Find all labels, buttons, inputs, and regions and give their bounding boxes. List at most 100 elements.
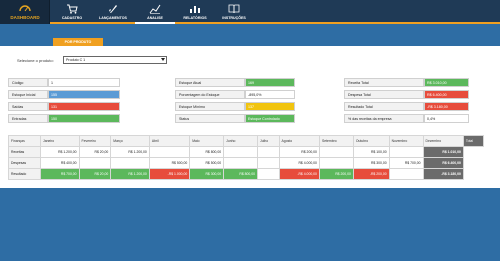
column-header: Abril: [148, 135, 191, 147]
nav-analise[interactable]: ANALISE: [135, 0, 175, 24]
table-cell: [257, 146, 280, 158]
nav-relatorios[interactable]: RELATÓRIOS: [175, 0, 215, 24]
info-label: % das receitas da empresa: [344, 114, 424, 123]
column-header: Dezembro: [422, 135, 464, 147]
analysis-panel: Selecione o produto: Produto C 1 Código …: [0, 46, 500, 188]
info-value: -895,0%: [245, 90, 295, 99]
table-cell: R$ 200,00: [278, 146, 320, 158]
table-cell-total: R$ 1.010,00: [422, 146, 464, 158]
tab-bar: POR PRODUTO: [0, 26, 500, 46]
table-cell: [388, 146, 424, 158]
logo-label: DASHBOARD: [10, 15, 40, 20]
column-header: Outubro: [352, 135, 390, 147]
column-header: Fevereiro: [78, 135, 112, 147]
info-label: Despesa Total: [344, 90, 424, 99]
book-icon: [228, 4, 240, 14]
table-cell: R$ 800,00: [189, 146, 225, 158]
info-percent-receitas: % das receitas da empresa 0,4%: [344, 114, 469, 123]
table-row-despesas: Despesas R$ 400,00 R$ 500,00 R$ 500,00 R…: [8, 157, 484, 169]
table-row-receitas: Receitas R$ 1.200,00 R$ 20,00 R$ 1.200,0…: [8, 146, 484, 158]
column-header: Agosto: [278, 135, 320, 147]
table-cell: [78, 157, 112, 169]
info-label: Porcentagem do Estoque: [175, 90, 245, 99]
nav-label: INSTRUÇÕES: [222, 16, 246, 20]
info-codigo: Código 1: [8, 78, 120, 87]
table-cell: R$ 300,00: [189, 168, 225, 180]
chevron-down-icon: [161, 58, 165, 61]
info-value: 1: [48, 78, 120, 87]
table-cell: -R$ 200,00: [352, 168, 390, 180]
table-cell: [318, 157, 354, 169]
table-cell: R$ 20,00: [78, 146, 112, 158]
info-label: Estoque Atual: [175, 78, 245, 87]
info-value: 0,4%: [424, 114, 469, 123]
column-header: Finanças: [8, 135, 41, 147]
table-header-row: Finanças Janeiro Fevereiro Março Abril M…: [8, 135, 485, 147]
column-header: Julho: [257, 135, 280, 147]
nav-label: RELATÓRIOS: [183, 16, 207, 20]
table-cell: [148, 146, 191, 158]
row-header: Receitas: [8, 146, 41, 158]
table-cell: R$ 4.000,00: [278, 157, 320, 169]
info-estoque-minimo: Estoque Mínimo 137: [175, 102, 295, 111]
table-cell: [223, 146, 259, 158]
info-label: Entradas: [8, 114, 48, 123]
tab-por-produto[interactable]: POR PRODUTO: [53, 38, 103, 46]
table-cell: [110, 157, 150, 169]
table-cell: -R$ 1.000,00: [148, 168, 191, 180]
info-value: 169: [245, 78, 295, 87]
info-label: Resultado Total: [344, 102, 424, 111]
table-cell: R$ 700,00: [40, 168, 80, 180]
product-select[interactable]: Produto C 1: [63, 56, 167, 64]
column-header: Setembro: [318, 135, 354, 147]
info-despesa-total: Despesa Total R$ 6.400,00: [344, 90, 469, 99]
status-badge: Estoque Controlado: [245, 114, 295, 123]
info-resultado-total: Resultado Total -R$ 3.180,00: [344, 102, 469, 111]
row-header: Resultado: [8, 168, 41, 180]
cart-icon: [67, 4, 78, 14]
info-label: Código: [8, 78, 48, 87]
table-cell-total: R$ 6.400,00: [422, 157, 464, 169]
column-header: Janeiro: [40, 135, 80, 147]
table-cell: R$ 20,00: [78, 168, 112, 180]
info-value: 150: [48, 114, 120, 123]
row-header: Despesas: [8, 157, 41, 169]
column-header-total: Total: [462, 135, 485, 147]
table-cell: [257, 157, 280, 169]
rocket-icon: [109, 5, 117, 13]
info-porcentagem-estoque: Porcentagem do Estoque -895,0%: [175, 90, 295, 99]
product-select-value: Produto C 1: [66, 58, 86, 62]
table-cell: R$ 1.200,00: [40, 146, 80, 158]
info-receita-total: Receita Total R$ 3.010,00: [344, 78, 469, 87]
table-cell: R$ 100,00: [352, 146, 390, 158]
bar-chart-icon: [190, 6, 200, 13]
info-estoque-atual: Estoque Atual 169: [175, 78, 295, 87]
table-cell: [388, 168, 424, 180]
info-value: R$ 6.400,00: [424, 90, 469, 99]
info-saidas: Saídas 131: [8, 102, 120, 111]
table-cell: R$ 200,00: [318, 168, 354, 180]
info-label: Saídas: [8, 102, 48, 111]
dashboard-logo[interactable]: DASHBOARD: [0, 0, 50, 24]
gauge-icon: [19, 5, 31, 12]
nav-cadastro[interactable]: CADASTRO: [52, 0, 92, 24]
info-value: R$ 3.010,00: [424, 78, 469, 87]
table-cell: [257, 168, 280, 180]
nav-label: CADASTRO: [61, 16, 83, 20]
info-estoque-inicial: Estoque Inicial 155: [8, 90, 120, 99]
nav-instrucoes[interactable]: INSTRUÇÕES: [214, 0, 254, 24]
info-label: Estoque Mínimo: [175, 102, 245, 111]
table-cell-total: -R$ 3.180,00: [422, 168, 464, 180]
column-header: Novembro: [388, 135, 424, 147]
column-header: Maio: [189, 135, 225, 147]
nav-lancamentos[interactable]: LANÇAMENTOS: [93, 0, 133, 24]
table-cell: R$ 500,00: [148, 157, 191, 169]
info-label: Receita Total: [344, 78, 424, 87]
table-cell: R$ 500,00: [189, 157, 225, 169]
nav-label: ANALISE: [147, 16, 163, 20]
background-area: [0, 188, 500, 261]
column-header: Junho: [223, 135, 259, 147]
info-value: 155: [48, 90, 120, 99]
info-label: Estoque Inicial: [8, 90, 48, 99]
product-select-label: Selecione o produto:: [17, 58, 54, 63]
